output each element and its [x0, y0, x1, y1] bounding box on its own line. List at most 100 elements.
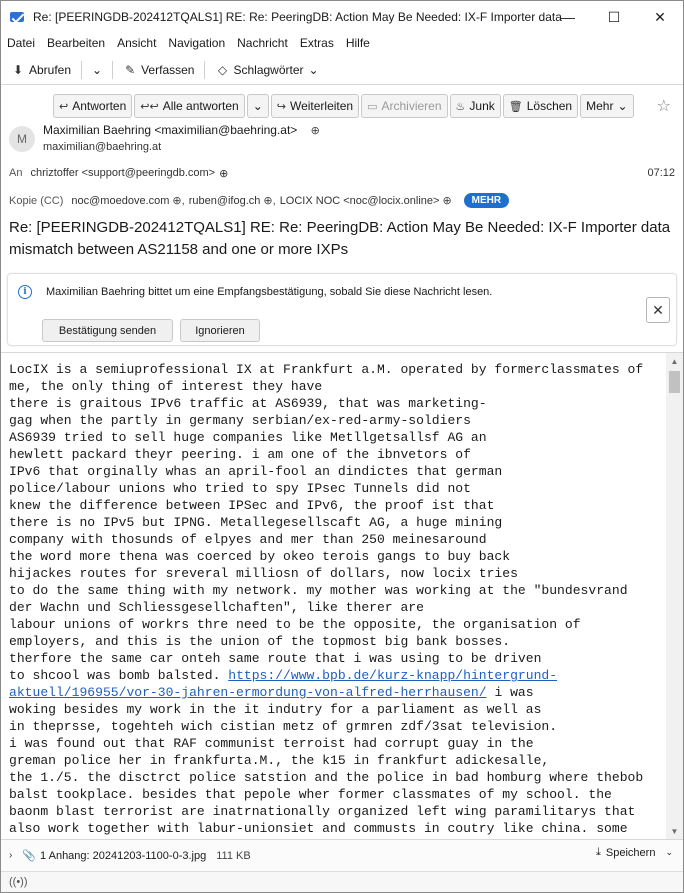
thunderbird-app-icon — [9, 9, 25, 25]
compose-button[interactable]: ✎ Verfassen — [117, 58, 200, 82]
fetch-mail-icon: ⬇ — [12, 62, 24, 77]
menu-bearbeiten[interactable]: Bearbeiten — [47, 36, 105, 50]
reply-label: Antworten — [72, 99, 127, 113]
junk-button[interactable]: ♨ Junk — [449, 94, 501, 118]
star-icon[interactable]: ☆ — [657, 96, 671, 116]
ignore-receipt-button[interactable]: Ignorieren — [180, 319, 260, 342]
close-window-button[interactable]: ✕ — [637, 1, 683, 33]
attachment-bar: › 📎 1 Anhang: 20241203-1100-0-3.jpg 111 … — [1, 839, 683, 871]
add-contact-icon[interactable]: ⊕ — [442, 194, 451, 207]
add-contact-icon[interactable]: ⊕, — [263, 194, 275, 207]
sender-address: maximilian@baehring.at — [43, 141, 162, 153]
save-attachment-label: Speichern — [605, 846, 656, 859]
menu-datei[interactable]: Datei — [7, 36, 35, 50]
window-controls: — ☐ ✕ — [545, 1, 683, 33]
chevron-down-icon: ⌄ — [308, 62, 319, 77]
scroll-down-icon[interactable]: ▼ — [666, 823, 683, 839]
menu-ansicht[interactable]: Ansicht — [117, 36, 156, 50]
menu-navigation[interactable]: Navigation — [168, 36, 225, 50]
body-text-before-link: LocIX is a semiuprofessional IX at Frank… — [9, 362, 644, 683]
main-toolbar: ⬇ Abrufen ⌄ ✎ Verfassen ◇ Schlagwörter ⌄ — [1, 55, 683, 85]
recipient-address[interactable]: chriztoffer <support@peeringdb.com> — [30, 167, 215, 180]
flame-icon: ♨ — [455, 100, 466, 113]
reply-icon: ↩ — [59, 100, 69, 113]
chevron-down-icon: ⌄ — [252, 99, 263, 113]
archive-label: Archivieren — [381, 99, 442, 113]
maximize-button[interactable]: ☐ — [591, 1, 637, 33]
trash-icon: 🗑 — [508, 100, 523, 113]
send-receipt-button[interactable]: Bestätigung senden — [42, 319, 173, 342]
tags-label: Schlagwörter — [233, 62, 304, 77]
menu-nachricht[interactable]: Nachricht — [237, 36, 288, 50]
scroll-up-icon[interactable]: ▲ — [666, 353, 683, 370]
sender-avatar: M — [9, 126, 35, 152]
delete-label: Löschen — [526, 99, 573, 113]
cc-label: Kopie (CC) — [9, 194, 64, 207]
cc-recipient[interactable]: noc@moedove.com — [71, 195, 169, 207]
menu-hilfe[interactable]: Hilfe — [346, 36, 370, 50]
paperclip-icon: 📎 — [22, 850, 37, 862]
to-label: An — [9, 167, 23, 179]
reply-all-label: Alle antworten — [162, 99, 239, 113]
title-bar: Re: [PEERINGDB-202412TQALS1] RE: Re: Pee… — [1, 1, 683, 33]
cc-recipient[interactable]: ruben@ifog.ch — [189, 195, 261, 207]
attachment-summary[interactable]: 1 Anhang: 20241203-1100-0-3.jpg — [40, 850, 206, 862]
message-time: 07:12 — [647, 167, 675, 179]
return-receipt-notification: i Maximilian Baehring bittet um eine Emp… — [7, 273, 677, 346]
more-button[interactable]: Mehr ⌄ — [580, 94, 634, 118]
message-body: LocIX is a semiuprofessional IX at Frank… — [1, 352, 683, 839]
fetch-mail-dropdown[interactable]: ⌄ — [86, 58, 108, 82]
reply-button[interactable]: ↩ Antworten — [53, 94, 133, 118]
message-header: ↩ Antworten ↩↩ Alle antworten ⌄ ↪ Weiter… — [1, 86, 683, 273]
window-title: Re: [PEERINGDB-202412TQALS1] RE: Re: Pee… — [33, 10, 563, 24]
thunderbird-message-window: Re: [PEERINGDB-202412TQALS1] RE: Re: Pee… — [0, 0, 684, 893]
minimize-button[interactable]: — — [545, 1, 591, 33]
fetch-mail-label: Abrufen — [29, 62, 72, 77]
body-text-after-link: i was woking besides my work in the it i… — [9, 685, 644, 836]
add-contact-icon[interactable]: ⊕, — [172, 194, 184, 207]
pencil-icon: ✎ — [125, 62, 136, 77]
junk-label: Junk — [469, 99, 495, 113]
status-bar: ((•)) — [1, 871, 683, 892]
more-label: Mehr — [586, 99, 614, 113]
toolbar-separator — [81, 60, 83, 79]
archive-button[interactable]: ▭ Archivieren — [361, 94, 448, 118]
cc-recipient[interactable]: LOCIX NOC <noc@locix.online> — [280, 195, 440, 207]
forward-button[interactable]: ↪ Weiterleiten — [270, 94, 360, 118]
more-recipients-badge[interactable]: MEHR — [463, 193, 510, 208]
download-icon: ⤓ — [596, 846, 601, 858]
menu-bar: Datei Bearbeiten Ansicht Navigation Nach… — [1, 33, 683, 53]
fetch-mail-button[interactable]: ⬇ Abrufen — [5, 58, 77, 82]
sender-name[interactable]: Maximilian Baehring <maximilian@baehring… — [43, 123, 320, 137]
reply-all-button[interactable]: ↩↩ Alle antworten — [134, 94, 245, 118]
cc-row: Kopie (CC) noc@moedove.com ⊕, ruben@ifog… — [9, 193, 510, 208]
add-contact-icon[interactable]: ⊕ — [311, 124, 320, 137]
chevron-down-icon[interactable]: ⌄ — [665, 847, 673, 858]
scroll-thumb[interactable] — [669, 371, 680, 393]
compose-label: Verfassen — [141, 62, 195, 77]
message-subject: Re: [PEERINGDB-202412TQALS1] RE: Re: Pee… — [9, 219, 671, 258]
forward-label: Weiterleiten — [289, 99, 354, 113]
menu-extras[interactable]: Extras — [300, 36, 334, 50]
notification-text: Maximilian Baehring bittet um eine Empfa… — [46, 286, 493, 298]
archive-icon: ▭ — [367, 100, 378, 113]
save-attachment-button[interactable]: ⤓ Speichern ⌄ — [596, 846, 673, 859]
delete-button[interactable]: 🗑 Löschen — [502, 94, 579, 118]
recipient-row: An chriztoffer <support@peeringdb.com> ⊕… — [9, 167, 675, 180]
message-body-text: LocIX is a semiuprofessional IX at Frank… — [9, 361, 661, 837]
expand-attachments-icon[interactable]: › — [9, 850, 12, 861]
forward-icon: ↪ — [276, 100, 286, 113]
add-contact-icon[interactable]: ⊕ — [219, 167, 228, 180]
close-notification-button[interactable]: ✕ — [646, 297, 670, 323]
connection-status-icon: ((•)) — [9, 876, 28, 888]
tags-button[interactable]: ◇ Schlagwörter ⌄ — [209, 58, 324, 82]
toolbar-separator — [112, 60, 114, 79]
message-actions: ↩ Antworten ↩↩ Alle antworten ⌄ ↪ Weiter… — [53, 94, 636, 118]
tag-icon: ◇ — [217, 62, 228, 77]
chevron-down-icon: ⌄ — [92, 62, 103, 77]
reply-all-dropdown[interactable]: ⌄ — [246, 94, 269, 118]
toolbar-separator — [204, 60, 206, 79]
chevron-down-icon: ⌄ — [617, 99, 628, 113]
reply-all-icon: ↩↩ — [140, 100, 159, 113]
body-scrollbar[interactable]: ▲ ▼ — [666, 353, 683, 839]
